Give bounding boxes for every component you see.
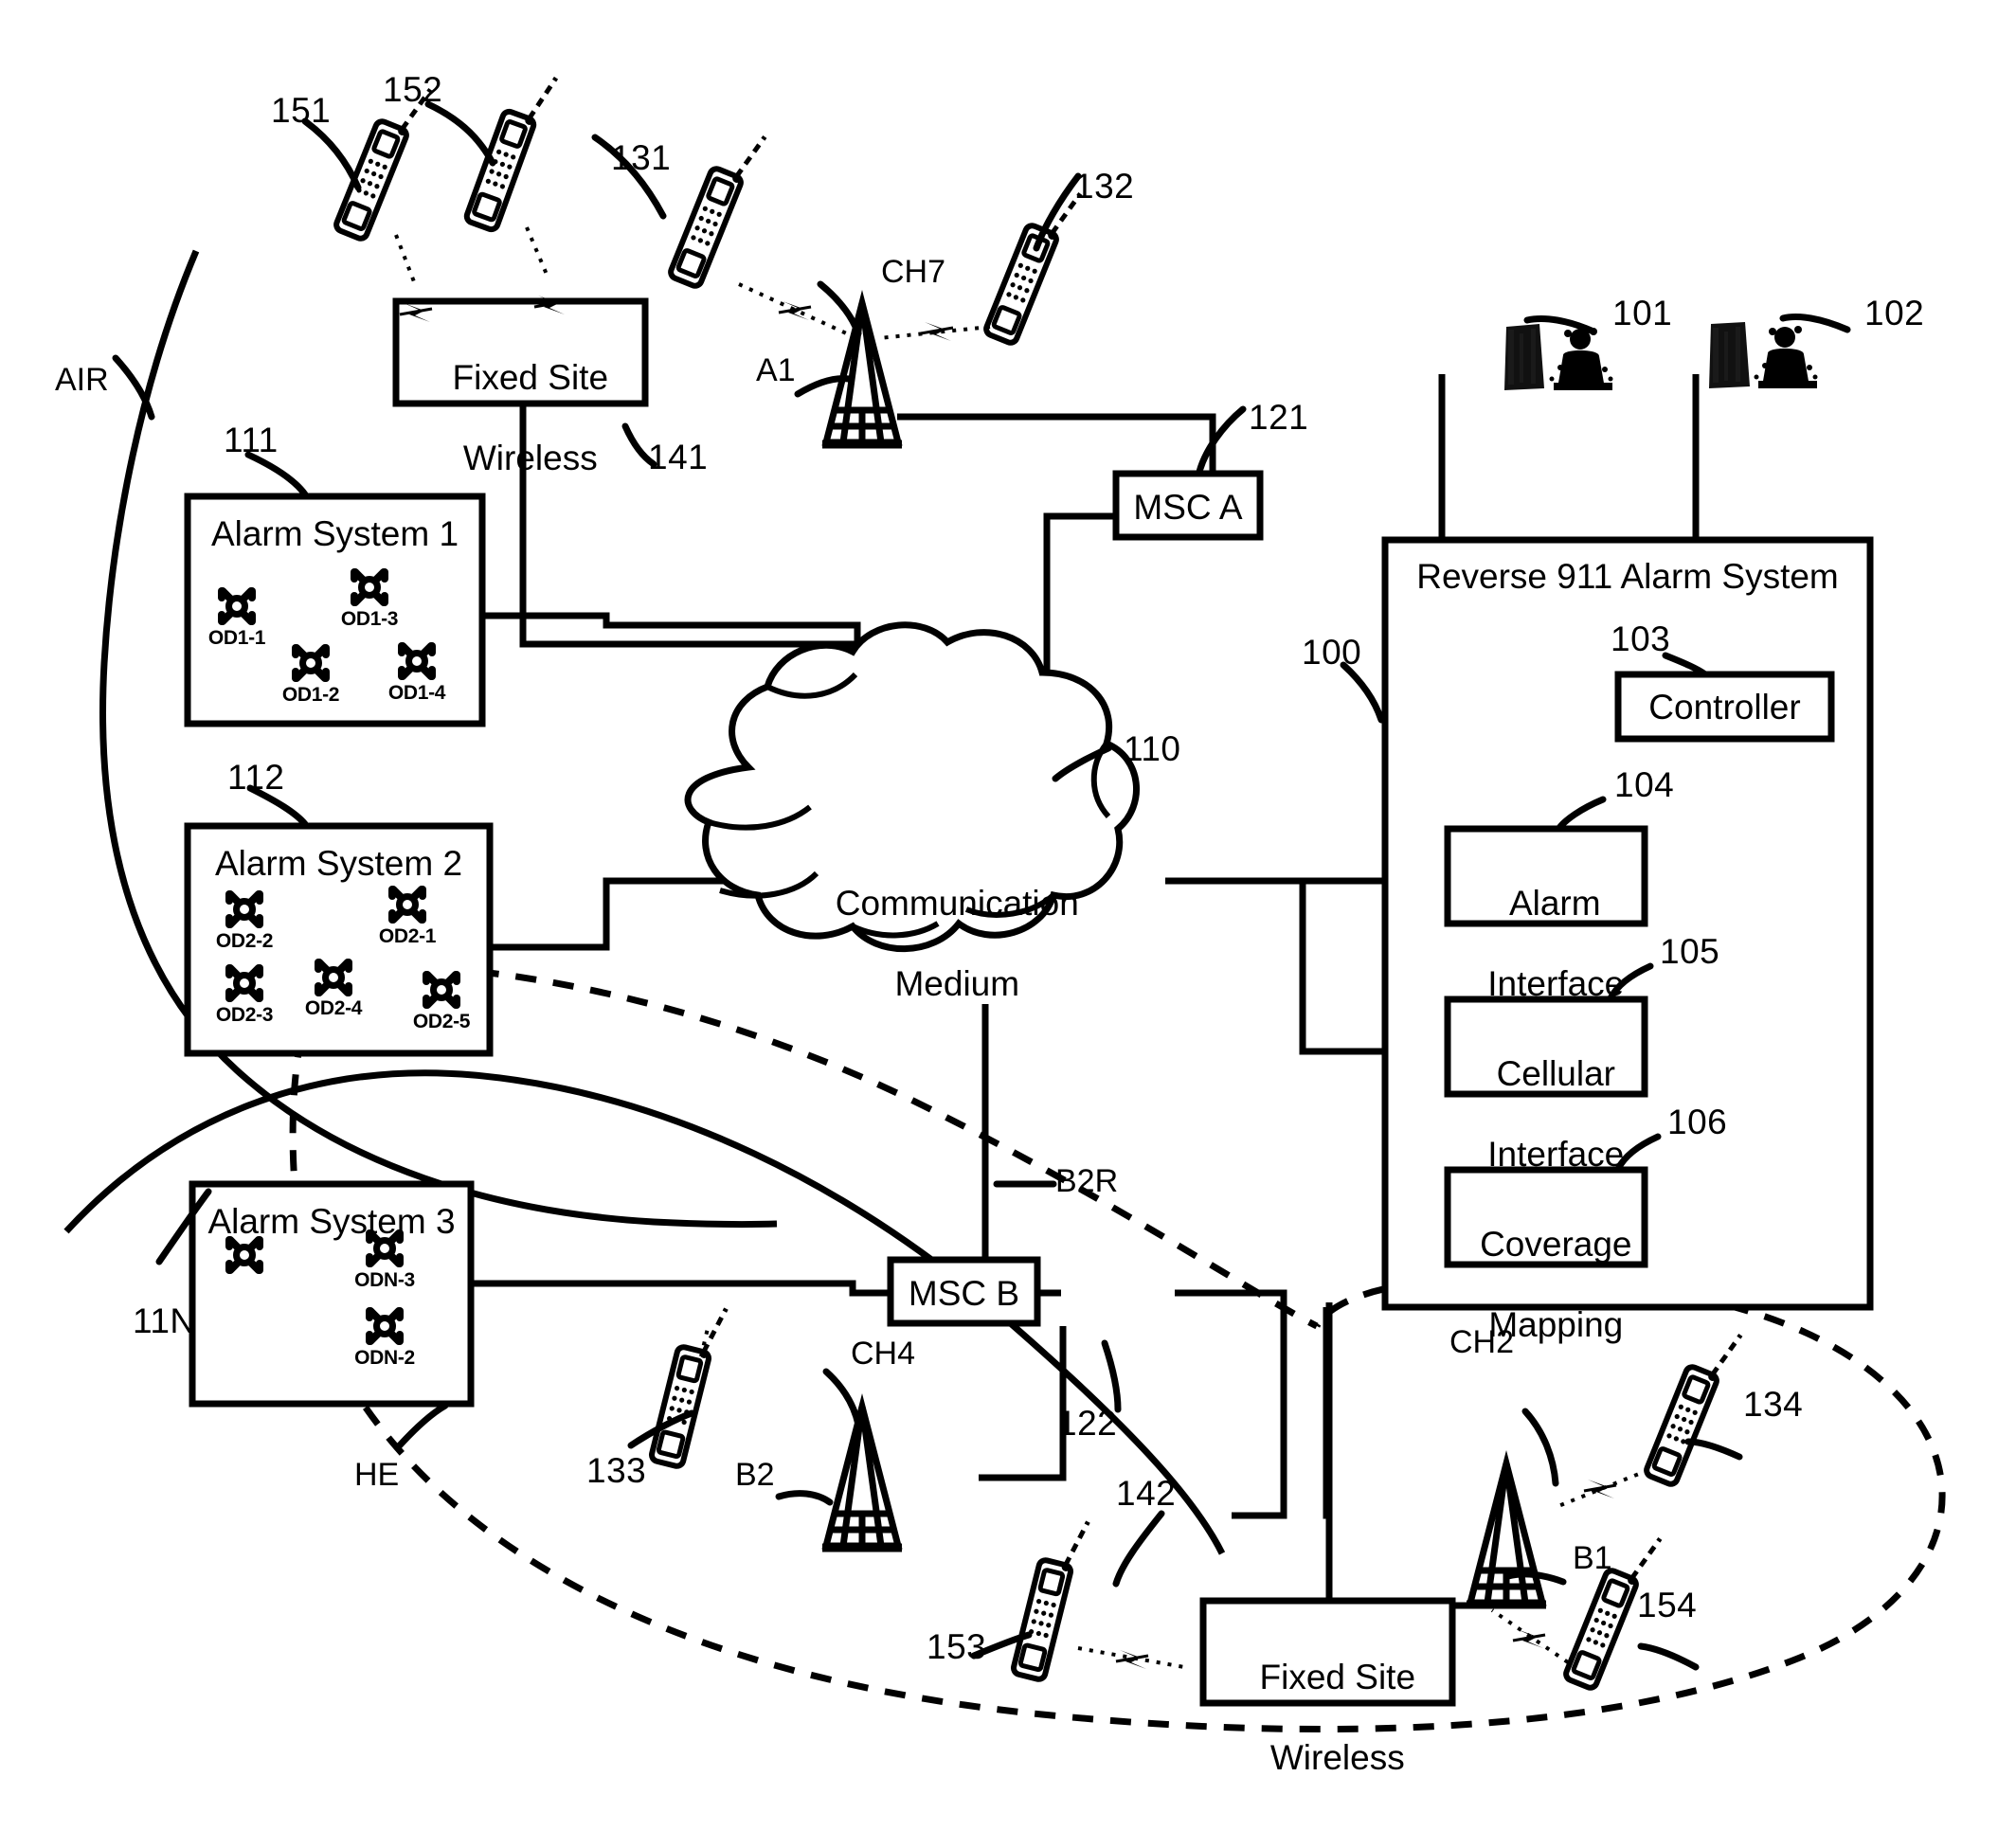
alarm-interface-label: Alarm Interface: [1448, 843, 1645, 1004]
ref-103: 103: [1611, 619, 1671, 658]
handset-152: [465, 65, 556, 233]
ref-151: 151: [271, 91, 332, 130]
rf-burst-icon-a1-right: [919, 320, 955, 343]
communication-medium-label: Communication Medium: [748, 843, 1146, 1004]
fsw-top-line1: Fixed Site: [452, 357, 609, 397]
detector-label-od1-1: OD1-1: [207, 627, 266, 649]
ref-101: 101: [1612, 294, 1673, 332]
tower-label-b2: B2: [735, 1457, 775, 1493]
detector-label-od2-4: OD2-4: [304, 997, 363, 1019]
rf-burst-icon-b1-upper: [1582, 1478, 1618, 1500]
detector-label-od1-3: OD1-3: [340, 608, 399, 630]
cloud-line1: Communication: [835, 883, 1079, 923]
alarm-system-2-title: Alarm System 2: [214, 844, 463, 883]
detector-od1-3: [354, 572, 385, 602]
detector-od1-2: [296, 648, 326, 678]
rf-burst-icon-fsw: [1114, 1648, 1150, 1671]
coverage-mapping-label: Coverage Mapping: [1448, 1184, 1645, 1345]
tower-b2: [822, 1407, 902, 1548]
detector-od1-1: [222, 591, 252, 621]
detector-od2-5: [426, 975, 457, 1005]
controller-label: Controller: [1648, 688, 1801, 727]
ref-134: 134: [1743, 1385, 1804, 1424]
detector-odn-2: [369, 1311, 400, 1341]
ref-152: 152: [383, 70, 443, 109]
ref-154: 154: [1637, 1586, 1698, 1624]
ref-141: 141: [648, 438, 709, 476]
operator-photo-102: [1709, 322, 1818, 388]
ref-122: 122: [1057, 1404, 1118, 1443]
ref-104: 104: [1614, 765, 1675, 804]
ref-106: 106: [1667, 1103, 1728, 1141]
handset-153: [1013, 1513, 1089, 1681]
detector-od2-4: [318, 962, 349, 993]
ref-142: 142: [1116, 1474, 1177, 1513]
ref-111: 111: [224, 421, 279, 459]
detector-label-od2-1: OD2-1: [378, 925, 437, 947]
coverage-mapping-line1: Coverage: [1480, 1224, 1632, 1264]
ref-112: 112: [227, 758, 285, 797]
ref-100: 100: [1302, 633, 1362, 672]
ref-121: 121: [1249, 398, 1309, 437]
channel-label-ch4: CH4: [851, 1336, 916, 1372]
ref-11n: 11N: [133, 1301, 196, 1340]
detector-od2-1: [392, 889, 423, 920]
detector-odn-1: [229, 1240, 260, 1270]
region-label-air: AIR: [55, 362, 109, 398]
fsw-top-line2: Wireless: [462, 438, 598, 477]
ref-110: 110: [1124, 729, 1181, 768]
channel-label-ch7: CH7: [881, 254, 946, 290]
detector-label-od2-2: OD2-2: [215, 930, 274, 952]
tower-label-b1: B1: [1573, 1540, 1612, 1576]
patent-figure: Fixed Site Wireless Fixed Site Wireless …: [0, 0, 1998, 1848]
reverse911-title: Reverse 911 Alarm System: [1416, 557, 1839, 596]
detector-label-odn-2: ODN-2: [354, 1347, 415, 1369]
rf-burst-icon-b1-lower: [1511, 1627, 1547, 1650]
handset-132: [984, 180, 1080, 347]
detector-label-od2-5: OD2-5: [412, 1011, 471, 1032]
handset-133: [651, 1300, 727, 1468]
detector-label-odn-3: ODN-3: [354, 1269, 415, 1291]
msc-a-label: MSC A: [1133, 488, 1243, 527]
ref-131: 131: [611, 138, 672, 177]
cloud-line2: Medium: [894, 963, 1020, 1003]
alarm-system-3-title: Alarm System 3: [207, 1202, 456, 1241]
ref-132: 132: [1074, 167, 1135, 206]
cellular-interface-line1: Cellular: [1496, 1053, 1615, 1093]
region-label-he: HE: [354, 1457, 400, 1493]
ref-133: 133: [586, 1451, 647, 1490]
cellular-interface-label: Cellular Interface: [1448, 1014, 1645, 1175]
detector-label-od1-2: OD1-2: [281, 684, 340, 706]
alarm-system-1-title: Alarm System 1: [210, 514, 459, 553]
tower-a1: [822, 303, 902, 444]
fsw-bottom-line1: Fixed Site: [1259, 1657, 1416, 1696]
ref-153: 153: [927, 1627, 987, 1666]
handset-134: [1645, 1321, 1740, 1488]
alarm-interface-line1: Alarm: [1508, 883, 1601, 923]
handset-131: [669, 123, 765, 290]
detector-label-od1-4: OD1-4: [387, 682, 446, 704]
operator-photo-101: [1504, 324, 1613, 390]
fixed-site-wireless-top-label: Fixed Site Wireless: [396, 317, 645, 478]
cellular-interface-line2: Interface: [1487, 1134, 1625, 1174]
detector-label-od2-3: OD2-3: [215, 1004, 274, 1026]
fsw-bottom-line2: Wireless: [1269, 1737, 1405, 1777]
detector-od2-3: [229, 968, 260, 998]
ref-105: 105: [1660, 932, 1720, 971]
region-label-b2r: B2R: [1055, 1163, 1119, 1199]
msc-b-label: MSC B: [908, 1274, 1020, 1313]
detector-od1-4: [402, 646, 432, 676]
detector-od2-2: [229, 894, 260, 924]
fixed-site-wireless-bottom-label: Fixed Site Wireless: [1203, 1617, 1452, 1778]
ref-102: 102: [1864, 294, 1925, 332]
tower-label-a1: A1: [756, 352, 796, 388]
alarm-interface-line2: Interface: [1487, 963, 1625, 1003]
tower-b1: [1467, 1463, 1546, 1605]
channel-label-ch2: CH2: [1449, 1324, 1515, 1360]
